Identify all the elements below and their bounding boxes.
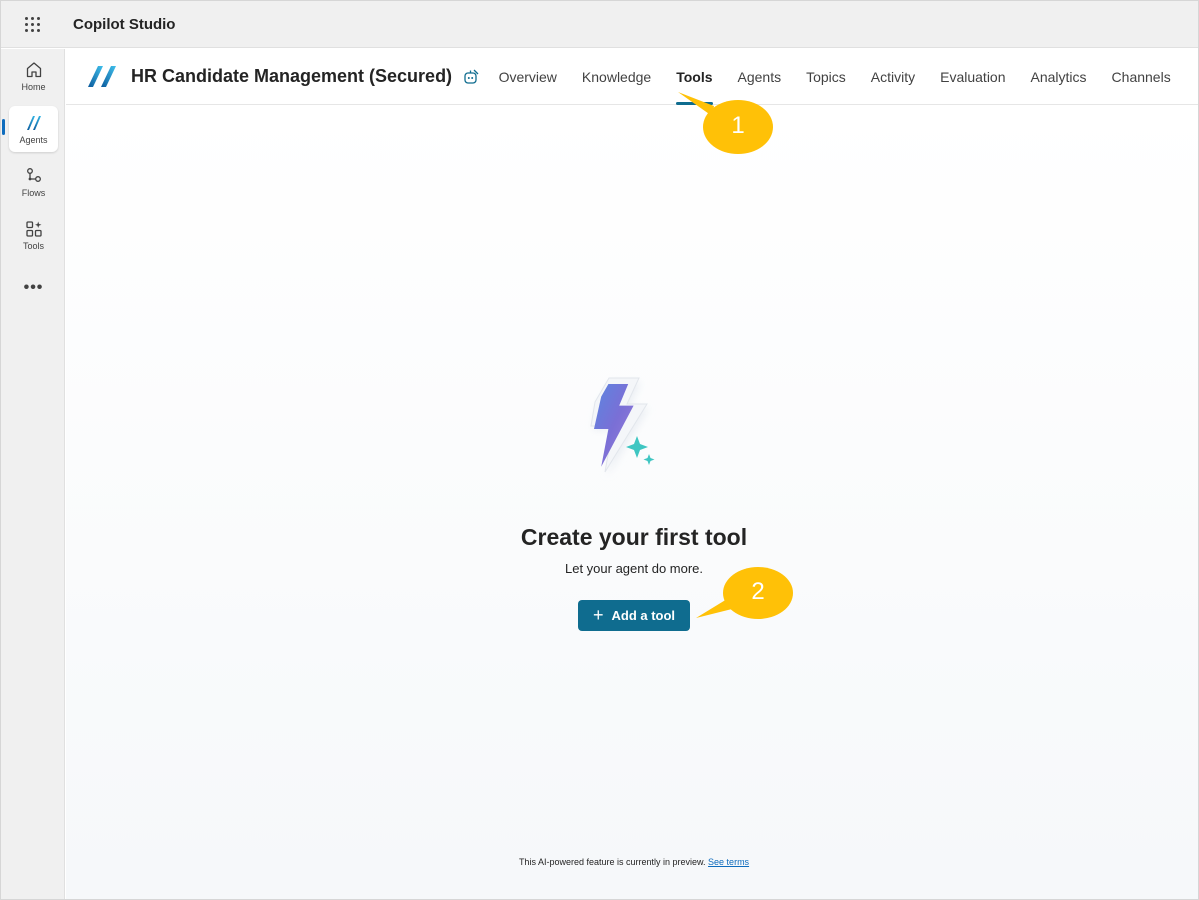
agent-header: HR Candidate Management (Secured) Overvi…: [66, 49, 1198, 105]
tools-icon: [25, 221, 42, 237]
tab-overview[interactable]: Overview: [486, 49, 569, 105]
agents-icon: [26, 116, 41, 130]
callout-1: 1: [678, 92, 774, 156]
main-content: Create your first tool Let your agent do…: [66, 106, 1198, 899]
agent-tabs: Overview Knowledge Tools Agents Topics A…: [486, 49, 1183, 105]
rail-item-label: Tools: [22, 241, 44, 251]
rail-item-label: Home: [21, 82, 46, 92]
preview-notice-text: This AI-powered feature is currently in …: [518, 857, 706, 867]
top-bar: Copilot Studio: [1, 1, 1198, 48]
empty-state-title: Create your first tool: [520, 524, 748, 550]
add-tool-button[interactable]: + Add a tool: [578, 600, 690, 631]
flows-icon: [26, 168, 41, 182]
callout-2: 2: [696, 566, 794, 622]
agent-name: HR Candidate Management (Secured): [131, 66, 453, 86]
tab-evaluation[interactable]: Evaluation: [928, 49, 1018, 105]
add-tool-label: Add a tool: [611, 608, 676, 623]
tab-analytics[interactable]: Analytics: [1018, 49, 1099, 105]
rail-item-flows[interactable]: Flows: [9, 159, 58, 205]
callout-number: 2: [751, 578, 765, 605]
app-title: Copilot Studio: [73, 15, 176, 33]
rail-item-tools[interactable]: Tools: [9, 212, 58, 258]
plus-icon: +: [592, 604, 604, 625]
waffle-icon: [24, 16, 40, 32]
agent-logo-icon: [88, 65, 116, 87]
callout-number: 1: [731, 112, 745, 139]
rail-item-agents[interactable]: Agents: [9, 106, 58, 152]
rail-item-home[interactable]: Home: [9, 53, 58, 99]
more-icon[interactable]: •••: [9, 277, 58, 299]
preview-notice: This AI-powered feature is currently in …: [66, 857, 1199, 867]
empty-state-subtitle: Let your agent do more.: [564, 561, 704, 576]
lightning-tool-illustration-icon: [590, 377, 655, 476]
tab-topics[interactable]: Topics: [794, 49, 859, 105]
tab-channels[interactable]: Channels: [1099, 49, 1183, 105]
rail-active-indicator: [2, 119, 5, 135]
rail-item-label: Flows: [21, 188, 46, 198]
see-terms-link[interactable]: See terms: [708, 857, 749, 867]
app-launcher-button[interactable]: [1, 1, 63, 48]
tab-activity[interactable]: Activity: [858, 49, 927, 105]
agent-settings-icon[interactable]: [462, 68, 480, 86]
tab-knowledge[interactable]: Knowledge: [569, 49, 663, 105]
rail-item-label: Agents: [19, 135, 48, 145]
home-icon: [26, 62, 41, 78]
left-rail: Home Agents Flows Tools •••: [1, 49, 65, 899]
